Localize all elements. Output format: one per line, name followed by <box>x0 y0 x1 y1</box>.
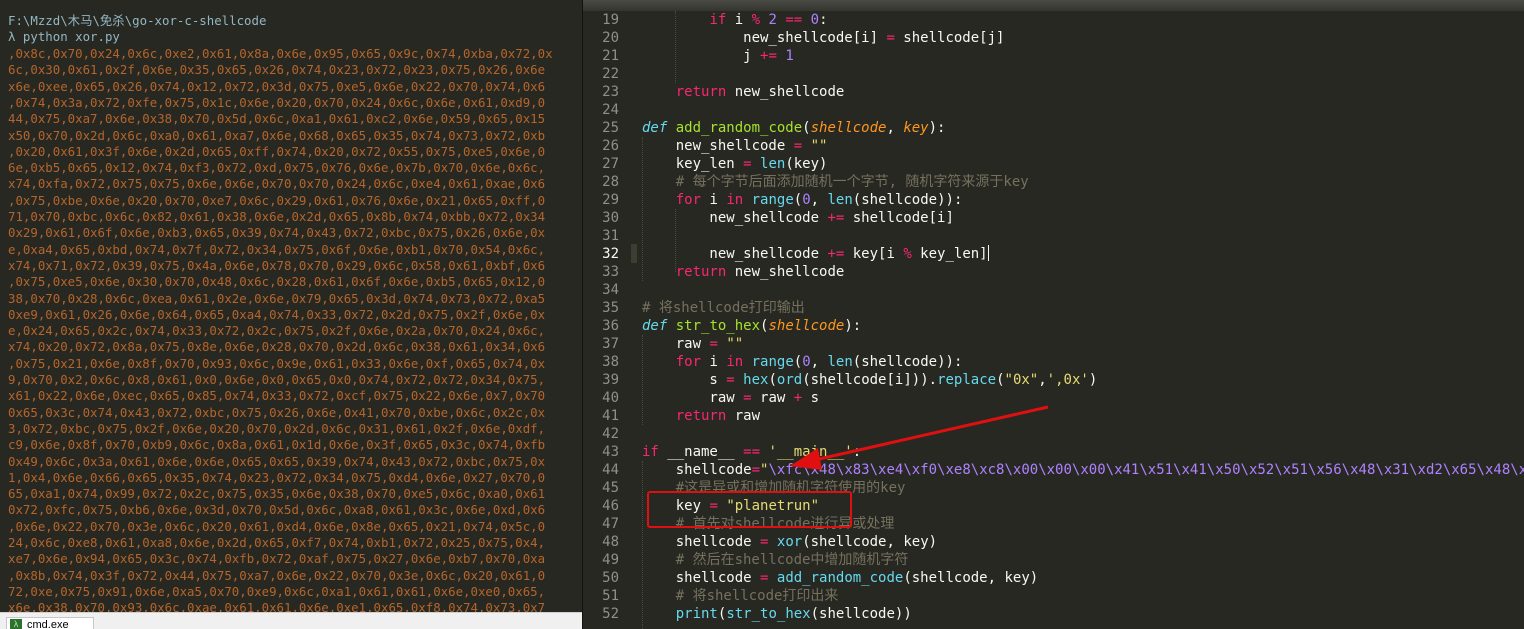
annotation-arrow <box>790 405 1049 470</box>
